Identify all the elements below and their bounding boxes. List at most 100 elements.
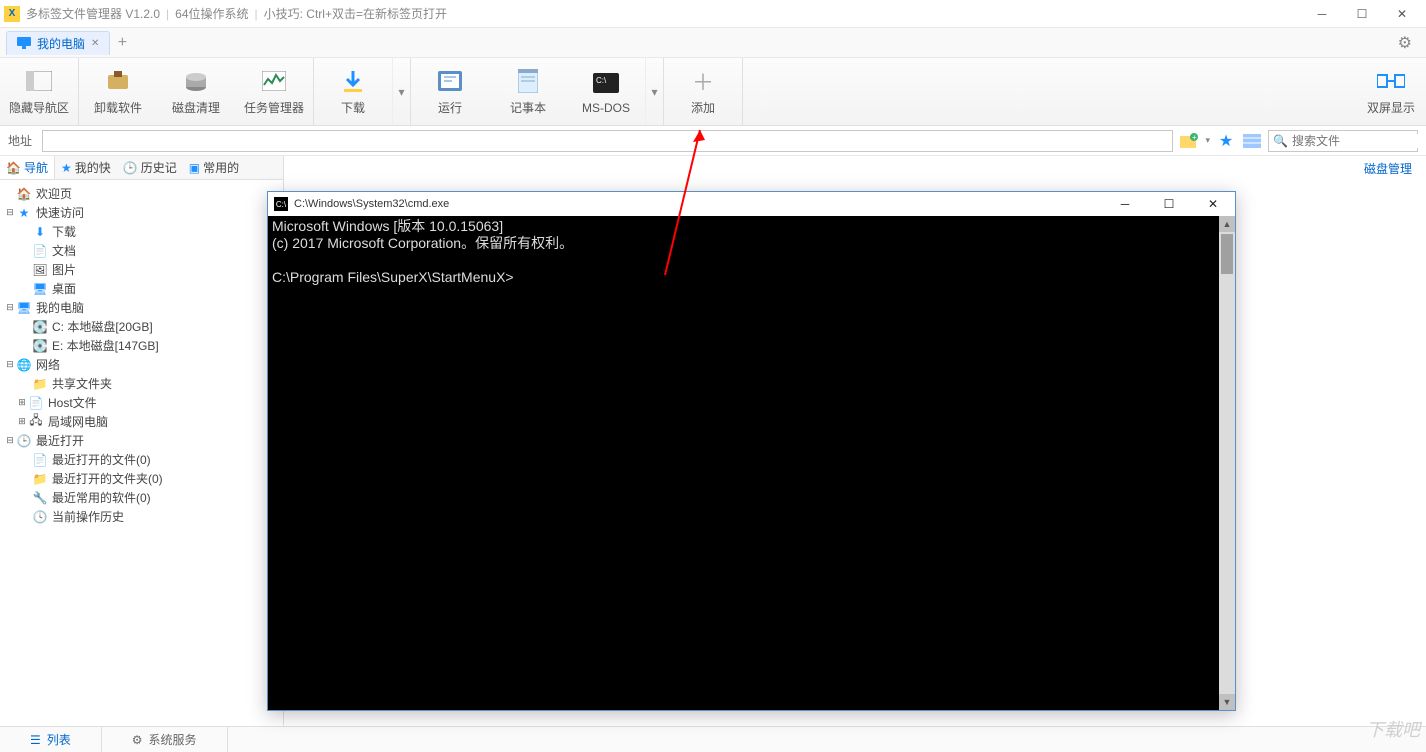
tree-e-drive[interactable]: 💽E: 本地磁盘[147GB] xyxy=(0,336,283,355)
nav-tree: 🏠欢迎页 ⊟★快速访问 ⬇下载 📄文档 🖼图片 🖥桌面 ⊟🖥我的电脑 💽C: 本… xyxy=(0,180,283,726)
file-icon: 📄 xyxy=(28,395,44,411)
disk-clean-button[interactable]: 磁盘清理 xyxy=(157,58,235,125)
search-box[interactable]: 🔍 ✕ xyxy=(1268,130,1418,152)
hide-nav-icon xyxy=(25,67,53,95)
side-tab-fav[interactable]: ★我的快 xyxy=(55,156,117,179)
address-row: 地址 + ▾ ★ 🔍 ✕ xyxy=(0,126,1426,156)
tree-recent-files[interactable]: 📄最近打开的文件(0) xyxy=(0,450,283,469)
list-icon: ☰ xyxy=(30,733,41,747)
cmd-close-button[interactable]: ✕ xyxy=(1191,192,1235,216)
uninstall-button[interactable]: 卸载软件 xyxy=(79,58,157,125)
cmd-maximize-button[interactable]: ☐ xyxy=(1147,192,1191,216)
home-icon: 🏠 xyxy=(16,186,32,202)
tab-my-computer[interactable]: 我的电脑 ✕ xyxy=(6,31,110,55)
cmd-window[interactable]: C:\ C:\Windows\System32\cmd.exe ─ ☐ ✕ Mi… xyxy=(267,191,1236,711)
notepad-button[interactable]: 记事本 xyxy=(489,58,567,125)
home-icon: 🏠 xyxy=(6,161,21,175)
minimize-button[interactable]: ─ xyxy=(1302,2,1342,26)
task-manager-button[interactable]: 任务管理器 xyxy=(235,58,313,125)
tree-recent[interactable]: ⊟🕒最近打开 xyxy=(0,431,283,450)
bottom-tab-services[interactable]: ⚙系统服务 xyxy=(102,727,228,752)
maximize-button[interactable]: ☐ xyxy=(1342,2,1382,26)
tree-quick-access[interactable]: ⊟★快速访问 xyxy=(0,203,283,222)
tip-label: 小技巧: Ctrl+双击=在新标签页打开 xyxy=(264,5,447,22)
hide-nav-button[interactable]: 隐藏导航区 xyxy=(0,58,78,125)
main-window-titlebar: X 多标签文件管理器 V1.2.0 | 64位操作系统 | 小技巧: Ctrl+… xyxy=(0,0,1426,28)
close-button[interactable]: ✕ xyxy=(1382,2,1422,26)
tree-my-computer[interactable]: ⊟🖥我的电脑 xyxy=(0,298,283,317)
task-manager-icon xyxy=(260,67,288,95)
lan-icon: 🖧 xyxy=(28,414,44,430)
cmd-titlebar[interactable]: C:\ C:\Windows\System32\cmd.exe ─ ☐ ✕ xyxy=(268,192,1235,216)
run-icon xyxy=(436,67,464,95)
tree-share[interactable]: 📁共享文件夹 xyxy=(0,374,283,393)
collapse-icon[interactable]: ⊟ xyxy=(4,208,16,218)
app-title: 多标签文件管理器 V1.2.0 xyxy=(26,5,160,22)
collapse-icon[interactable]: ⊟ xyxy=(4,360,16,370)
address-label: 地址 xyxy=(8,132,32,149)
star-icon: ★ xyxy=(61,161,72,175)
view-mode-icon[interactable] xyxy=(1242,131,1262,151)
tree-hosts[interactable]: ⊞📄Host文件 xyxy=(0,393,283,412)
side-tab-common[interactable]: ▣常用的 xyxy=(183,156,245,179)
expand-icon[interactable]: ⊞ xyxy=(16,398,28,408)
scroll-down-icon[interactable]: ▼ xyxy=(1219,694,1235,710)
clock-icon: 🕒 xyxy=(123,161,138,175)
tree-lan[interactable]: ⊞🖧局域网电脑 xyxy=(0,412,283,431)
new-folder-icon[interactable]: + xyxy=(1179,131,1199,151)
side-tab-history[interactable]: 🕒历史记 xyxy=(117,156,183,179)
tree-pics[interactable]: 🖼图片 xyxy=(0,260,283,279)
download-icon: ⬇ xyxy=(32,224,48,240)
sidebar: 🏠导航 ★我的快 🕒历史记 ▣常用的 🏠欢迎页 ⊟★快速访问 ⬇下载 📄文档 🖼… xyxy=(0,156,284,726)
cmd-body[interactable]: Microsoft Windows [版本 10.0.15063] (c) 20… xyxy=(268,216,1235,710)
dual-screen-button[interactable]: 双屏显示 xyxy=(1356,67,1426,116)
cmd-output-line: (c) 2017 Microsoft Corporation。保留所有权利。 xyxy=(272,235,1231,252)
bottom-tab-list[interactable]: ☰列表 xyxy=(0,727,102,752)
tree-welcome[interactable]: 🏠欢迎页 xyxy=(0,184,283,203)
tree-c-drive[interactable]: 💽C: 本地磁盘[20GB] xyxy=(0,317,283,336)
msdos-button[interactable]: C:\ MS-DOS xyxy=(567,58,645,125)
drive-icon: 💽 xyxy=(32,319,48,335)
cmd-minimize-button[interactable]: ─ xyxy=(1103,192,1147,216)
disk-management-link[interactable]: 磁盘管理 xyxy=(1364,160,1412,177)
search-icon: 🔍 xyxy=(1273,134,1288,148)
tree-recent-software[interactable]: 🔧最近常用的软件(0) xyxy=(0,488,283,507)
cmd-icon: C:\ xyxy=(274,197,288,211)
uninstall-icon xyxy=(104,67,132,95)
tree-network[interactable]: ⊟🌐网络 xyxy=(0,355,283,374)
tab-close-icon[interactable]: ✕ xyxy=(91,38,99,49)
tree-history[interactable]: 🕓当前操作历史 xyxy=(0,507,283,526)
star-icon: ★ xyxy=(16,205,32,221)
download-dropdown[interactable]: ▾ xyxy=(392,58,410,125)
expand-icon[interactable]: ⊞ xyxy=(16,417,28,427)
tree-download[interactable]: ⬇下载 xyxy=(0,222,283,241)
search-input[interactable] xyxy=(1292,134,1426,148)
run-button[interactable]: 运行 xyxy=(411,58,489,125)
scroll-up-icon[interactable]: ▲ xyxy=(1219,216,1235,232)
download-button[interactable]: 下载 xyxy=(314,58,392,125)
side-tab-nav[interactable]: 🏠导航 xyxy=(0,156,55,179)
msdos-dropdown[interactable]: ▾ xyxy=(645,58,663,125)
network-icon: 🌐 xyxy=(16,357,32,373)
clock-icon: 🕒 xyxy=(16,433,32,449)
drive-icon: 💽 xyxy=(32,338,48,354)
folder-icon: 📁 xyxy=(32,376,48,392)
tabs-row: 我的电脑 ✕ + ⚙ xyxy=(0,28,1426,58)
tree-recent-folders[interactable]: 📁最近打开的文件夹(0) xyxy=(0,469,283,488)
plus-icon: ＋ xyxy=(689,67,717,95)
add-tab-button[interactable]: + xyxy=(110,31,134,55)
cmd-title-text: C:\Windows\System32\cmd.exe xyxy=(294,198,449,210)
desktop-icon: 🖥 xyxy=(32,281,48,297)
address-input[interactable] xyxy=(42,130,1173,152)
collapse-icon[interactable]: ⊟ xyxy=(4,303,16,313)
dual-screen-icon xyxy=(1377,67,1405,95)
favorite-star-icon[interactable]: ★ xyxy=(1216,131,1236,151)
settings-gear-icon[interactable]: ⚙ xyxy=(1398,33,1412,53)
add-button[interactable]: ＋ 添加 xyxy=(664,58,742,125)
cmd-scrollbar[interactable]: ▲ ▼ xyxy=(1219,216,1235,710)
tree-desktop[interactable]: 🖥桌面 xyxy=(0,279,283,298)
gear-icon: ⚙ xyxy=(132,733,143,747)
collapse-icon[interactable]: ⊟ xyxy=(4,436,16,446)
scroll-thumb[interactable] xyxy=(1221,234,1233,274)
tree-docs[interactable]: 📄文档 xyxy=(0,241,283,260)
